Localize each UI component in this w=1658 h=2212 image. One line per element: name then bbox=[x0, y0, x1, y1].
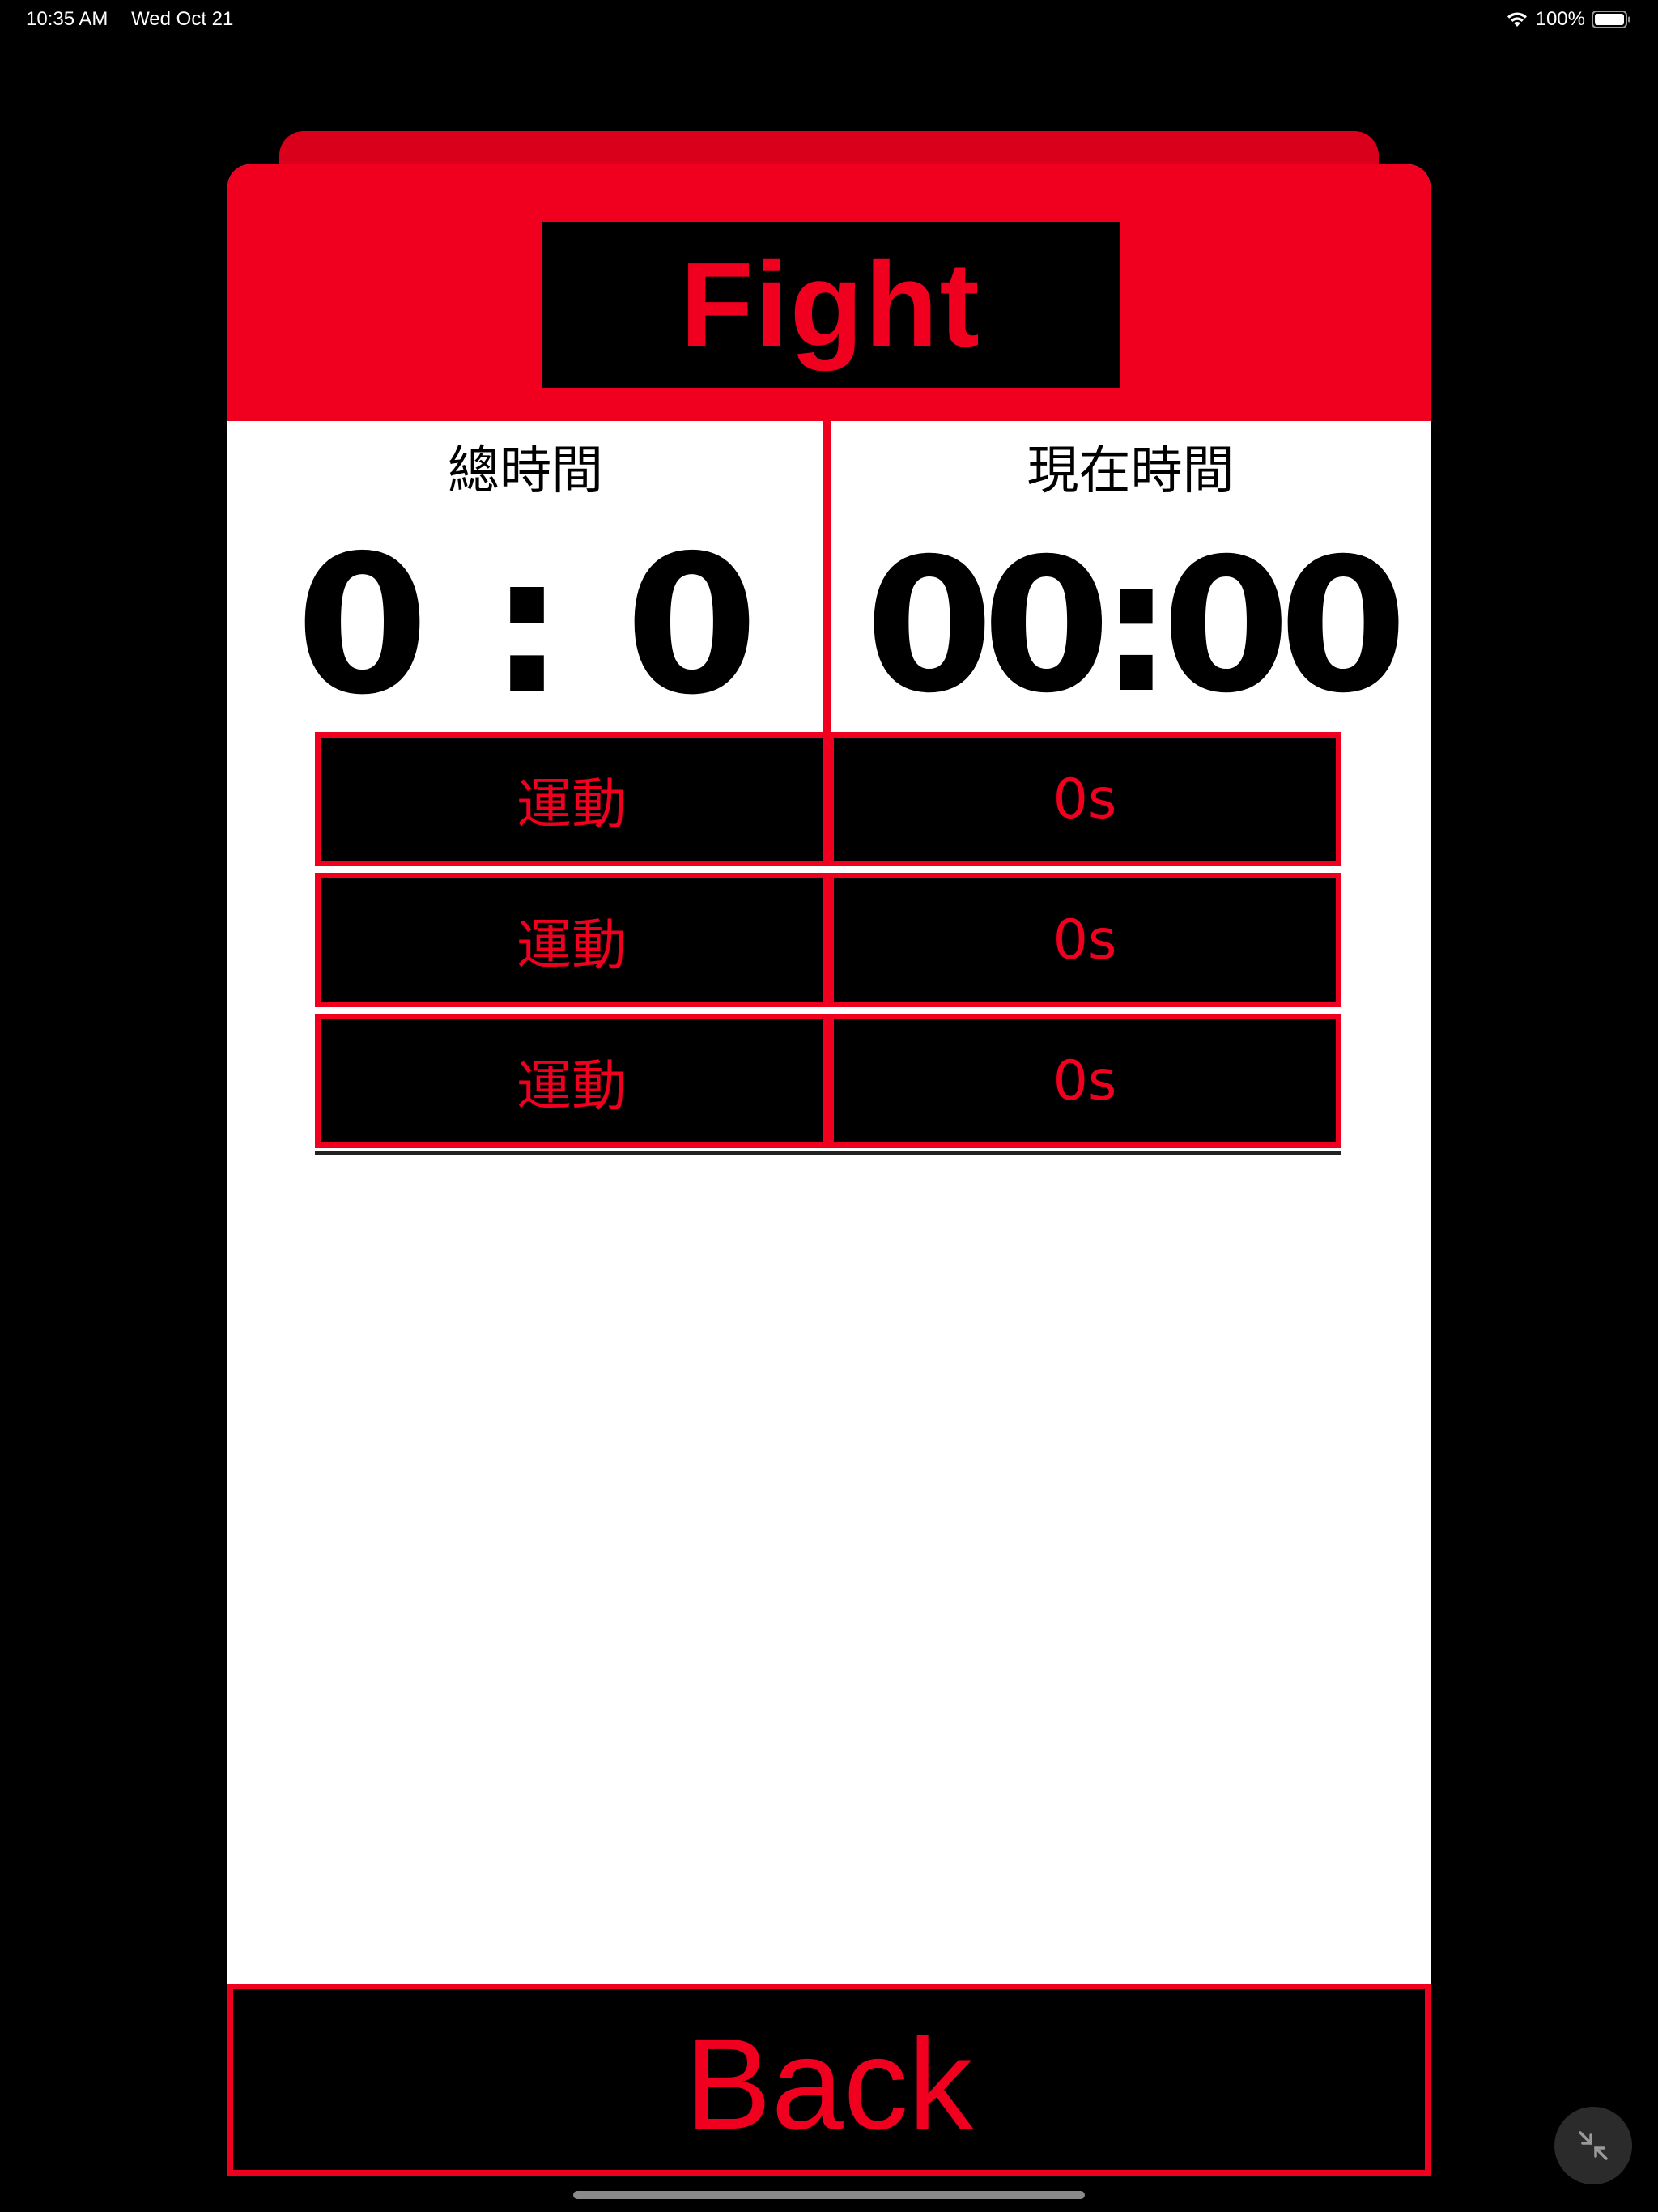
table-row[interactable]: 運動 0s bbox=[315, 729, 1341, 870]
exercise-duration-cell: 0s bbox=[828, 732, 1341, 866]
exercise-name-cell: 運動 bbox=[315, 873, 828, 1007]
current-time-label: 現在時間 bbox=[1027, 441, 1235, 501]
exercise-name-cell: 運動 bbox=[315, 732, 828, 866]
exercise-duration-cell: 0s bbox=[828, 1014, 1341, 1148]
home-indicator[interactable] bbox=[573, 2191, 1085, 2199]
battery-icon bbox=[1592, 11, 1630, 28]
exercise-duration-cell: 0s bbox=[828, 873, 1341, 1007]
current-time-panel: 現在時間 00:00 bbox=[831, 421, 1431, 742]
collapse-icon bbox=[1579, 2131, 1608, 2160]
fight-card: Fight 總時間 0 : 0 現在時間 00:00 運動 0s 運動 0s 運… bbox=[227, 164, 1431, 2176]
table-row[interactable]: 運動 0s bbox=[315, 870, 1341, 1010]
table-bottom-rule bbox=[315, 1151, 1341, 1155]
status-bar-left: 10:35 AM Wed Oct 21 bbox=[26, 6, 233, 32]
status-time: 10:35 AM bbox=[26, 8, 108, 30]
status-date: Wed Oct 21 bbox=[131, 8, 234, 30]
collapse-button[interactable] bbox=[1554, 2107, 1632, 2184]
page-title: Fight bbox=[680, 237, 981, 372]
title-box: Fight bbox=[542, 222, 1120, 388]
battery-percent: 100% bbox=[1535, 8, 1585, 30]
exercise-table: 運動 0s 運動 0s 運動 0s bbox=[315, 729, 1341, 1155]
back-button-label: Back bbox=[685, 2010, 973, 2156]
total-time-value: 0 : 0 bbox=[295, 514, 758, 737]
current-time-value: 00:00 bbox=[865, 518, 1408, 734]
card-header: Fight bbox=[227, 164, 1431, 421]
wifi-icon bbox=[1507, 12, 1527, 27]
status-bar-right: 100% bbox=[1505, 6, 1632, 32]
table-row[interactable]: 運動 0s bbox=[315, 1010, 1341, 1151]
total-time-panel: 總時間 0 : 0 bbox=[227, 421, 823, 742]
exercise-name-cell: 運動 bbox=[315, 1014, 828, 1148]
column-divider bbox=[823, 421, 831, 742]
total-time-label: 總時間 bbox=[448, 441, 603, 501]
back-button[interactable]: Back bbox=[227, 1984, 1431, 2176]
